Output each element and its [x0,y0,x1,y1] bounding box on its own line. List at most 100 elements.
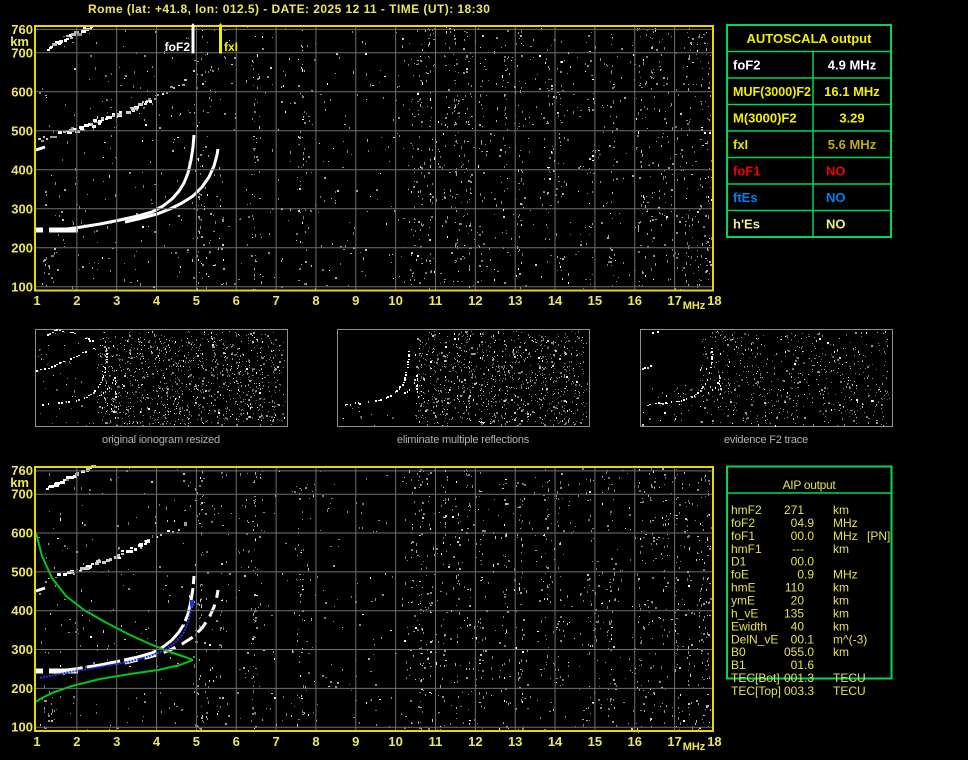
svg-text:km: km [833,645,849,659]
svg-text:17: 17 [667,734,681,749]
svg-text:16: 16 [628,293,642,308]
svg-text:AIP output: AIP output [783,478,837,492]
svg-text:7: 7 [272,293,279,308]
svg-text:700: 700 [11,45,33,60]
svg-text:km: km [833,503,849,517]
svg-text:100: 100 [11,279,33,294]
svg-text:055.0: 055.0 [784,645,814,659]
svg-text:m^(-3): m^(-3) [833,632,867,646]
svg-text:B1: B1 [731,658,746,672]
svg-text:h_vE: h_vE [731,606,758,620]
svg-text:5.6 MHz: 5.6 MHz [828,137,877,152]
svg-text:AUTOSCALA output: AUTOSCALA output [747,31,873,46]
svg-text:D1: D1 [731,555,747,569]
svg-text:3: 3 [113,734,120,749]
svg-text:1: 1 [33,293,40,308]
svg-text:foF2: foF2 [733,57,760,72]
svg-text:TEC[Bot]: TEC[Bot] [731,671,780,685]
svg-text:500: 500 [11,564,33,579]
svg-text:10: 10 [388,293,402,308]
svg-text:600: 600 [11,526,33,541]
svg-text:M(3000)F2: M(3000)F2 [733,110,797,125]
svg-text:200: 200 [11,681,33,696]
svg-text:40: 40 [791,619,805,633]
svg-text:18: 18 [707,734,721,749]
svg-text:hmF1: hmF1 [731,542,762,556]
svg-text:B0: B0 [731,645,746,659]
svg-text:200: 200 [11,240,33,255]
svg-text:1: 1 [33,734,40,749]
svg-text:8: 8 [312,734,319,749]
svg-text:km: km [833,594,849,608]
svg-text:00.1: 00.1 [791,632,815,646]
svg-text:MHz: MHz [833,529,858,543]
svg-text:foE: foE [731,568,749,582]
svg-text:04.9: 04.9 [791,516,815,530]
svg-text:110: 110 [785,581,804,595]
svg-text:hmE: hmE [731,581,756,595]
svg-text:001.3: 001.3 [784,671,814,685]
svg-text:5: 5 [193,293,200,308]
svg-text:eliminate multiple reflections: eliminate multiple reflections [397,434,530,446]
svg-text:original ionogram resized: original ionogram resized [102,434,220,446]
svg-text:400: 400 [11,162,33,177]
svg-text:---: --- [792,542,804,556]
svg-text:4: 4 [153,734,161,749]
svg-text:[PN]: [PN] [867,529,890,543]
svg-text:foF1: foF1 [733,163,760,178]
svg-text:h'Es: h'Es [733,216,760,231]
svg-text:11: 11 [429,734,443,749]
svg-text:17: 17 [667,293,681,308]
svg-text:8: 8 [312,293,319,308]
svg-text:15: 15 [588,293,602,308]
svg-text:01.6: 01.6 [791,658,815,672]
svg-text:135: 135 [784,606,804,620]
svg-text:0.9: 0.9 [797,568,814,582]
svg-text:DelN_vE: DelN_vE [731,632,778,646]
svg-text:foF2: foF2 [165,40,191,54]
svg-text:18: 18 [707,293,721,308]
svg-text:TEC[Top]: TEC[Top] [731,684,781,698]
svg-text:700: 700 [11,487,33,502]
svg-text:13: 13 [508,293,522,308]
svg-text:MHz: MHz [833,516,858,530]
svg-text:NO: NO [826,190,846,205]
svg-text:foF2: foF2 [731,516,755,530]
svg-text:km: km [833,619,849,633]
svg-text:300: 300 [11,642,33,657]
svg-text:2: 2 [73,293,80,308]
svg-text:6: 6 [233,734,240,749]
svg-text:14: 14 [548,734,563,749]
svg-text:MHz: MHz [683,300,706,312]
svg-text:km: km [833,581,849,595]
svg-text:TECU: TECU [833,671,866,685]
svg-text:16.1 MHz: 16.1 MHz [824,84,880,99]
svg-text:2: 2 [73,734,80,749]
svg-text:evidence F2 trace: evidence F2 trace [724,434,808,446]
svg-text:6: 6 [233,293,240,308]
svg-text:3.29: 3.29 [839,110,864,125]
svg-text:4.9 MHz: 4.9 MHz [828,57,877,72]
svg-text:NO: NO [826,216,846,231]
svg-text:14: 14 [548,293,563,308]
svg-text:300: 300 [11,201,33,216]
svg-text:600: 600 [11,84,33,99]
svg-text:Rome (lat: +41.8, lon: 012.5): Rome (lat: +41.8, lon: 012.5) - DATE: 20… [88,2,490,16]
svg-text:500: 500 [11,123,33,138]
svg-text:13: 13 [508,734,522,749]
svg-text:12: 12 [468,293,482,308]
svg-text:ftEs: ftEs [733,190,758,205]
svg-text:ymE: ymE [731,594,755,608]
svg-text:12: 12 [468,734,482,749]
svg-text:003.3: 003.3 [784,684,814,698]
svg-text:MHz: MHz [683,741,706,753]
svg-text:400: 400 [11,603,33,618]
svg-text:00.0: 00.0 [791,529,815,543]
svg-text:km: km [833,542,849,556]
svg-text:100: 100 [11,720,33,735]
svg-text:5: 5 [193,734,200,749]
svg-text:3: 3 [113,293,120,308]
svg-text:fxI: fxI [733,137,748,152]
svg-text:hmF2: hmF2 [731,503,762,517]
svg-text:10: 10 [388,734,402,749]
